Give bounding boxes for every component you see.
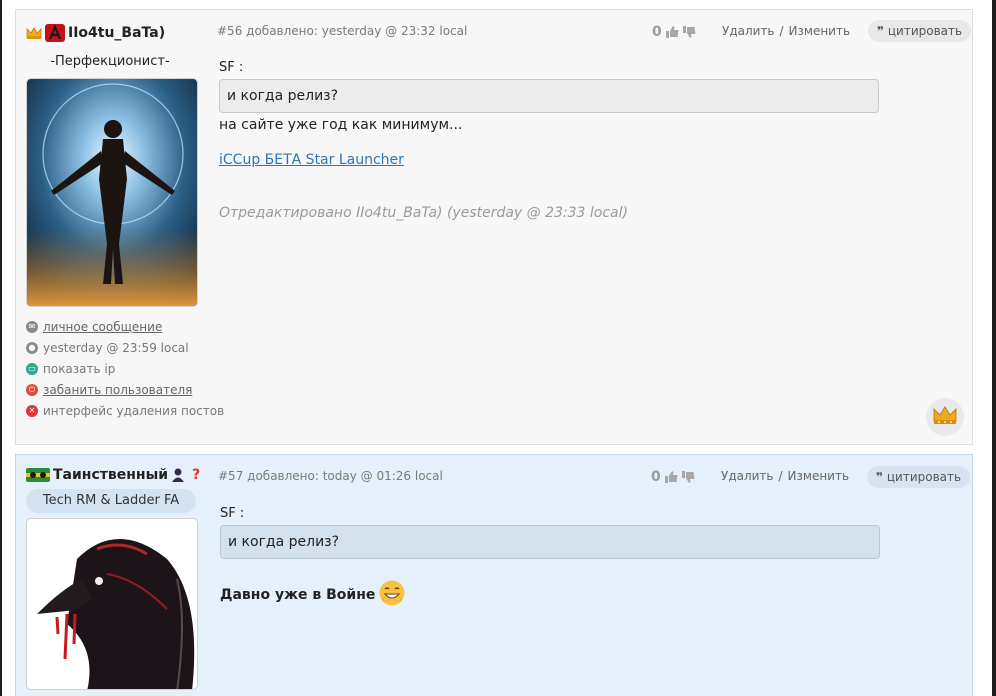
clock-icon: ● xyxy=(26,341,38,354)
rating-value: 0 xyxy=(651,469,661,485)
action-separator: / xyxy=(778,469,783,483)
user-status: -Перфекционист- xyxy=(50,54,170,69)
crown-icon xyxy=(26,27,42,39)
forum-post: Таинственный ? Tech RM & Ladder FA #57 д… xyxy=(15,454,973,696)
cite-label: цитировать xyxy=(887,24,963,38)
grinning-emoji-icon xyxy=(379,580,405,610)
person-icon xyxy=(171,468,185,482)
show-ip-row[interactable]: ▭ показать ip xyxy=(26,358,224,379)
user-avatar xyxy=(26,78,198,307)
question-icon: ? xyxy=(192,467,201,483)
ban-user-link[interactable]: забанить пользователя xyxy=(43,383,192,397)
thumbs-up-icon[interactable] xyxy=(664,471,678,483)
thumbs-up-icon[interactable] xyxy=(665,26,679,38)
post-meta: #57 добавлено: today @ 01:26 local xyxy=(218,469,443,483)
delete-posts-link[interactable]: интерфейс удаления постов xyxy=(43,404,224,418)
post-rating: 0 xyxy=(651,469,695,485)
quote-icon: ❞ xyxy=(876,470,884,484)
post-number[interactable]: #57 xyxy=(218,469,243,483)
action-separator: / xyxy=(779,24,784,38)
quote-author: SF : xyxy=(220,506,245,521)
post-body-text: на сайте уже год как минимум... xyxy=(219,117,463,133)
delete-button[interactable]: Удалить xyxy=(722,24,775,38)
post-author[interactable]: IIo4tu_BaTa) xyxy=(26,24,165,42)
post-rating: 0 xyxy=(652,24,696,40)
username-text: IIo4tu_BaTa) xyxy=(68,25,166,41)
forum-page: IIo4tu_BaTa) -Перфекционист- ✉ личное со… xyxy=(2,0,992,696)
post-body: Давно уже в Войне xyxy=(220,580,405,610)
cite-label: цитировать xyxy=(886,470,962,484)
rank-icon xyxy=(26,468,50,482)
show-ip-link[interactable]: показать ip xyxy=(43,362,115,376)
last-seen-row: ● yesterday @ 23:59 local xyxy=(26,337,224,358)
quote-icon: ❞ xyxy=(877,24,885,38)
post-link[interactable]: iCCup БЕТА Star Launcher xyxy=(219,152,404,168)
clan-logo-icon xyxy=(45,24,65,42)
monitor-icon: ▭ xyxy=(26,362,38,375)
delete-posts-row[interactable]: ✕ интерфейс удаления постов xyxy=(26,400,224,421)
private-message-row[interactable]: ✉ личное сообщение xyxy=(26,316,224,337)
edit-button[interactable]: Изменить xyxy=(788,469,850,483)
cite-button[interactable]: ❞ цитировать xyxy=(868,20,972,42)
cite-button[interactable]: ❞ цитировать xyxy=(867,466,971,488)
edit-button[interactable]: Изменить xyxy=(789,24,851,38)
crown-icon xyxy=(933,406,957,428)
post-body-text: Давно уже в Войне xyxy=(220,587,376,603)
thumbs-down-icon[interactable] xyxy=(682,26,696,38)
post-meta: #56 добавлено: yesterday @ 23:32 local xyxy=(217,24,467,38)
username-text: Таинственный xyxy=(53,467,169,483)
post-date: добавлено: yesterday @ 23:32 local xyxy=(246,24,468,38)
user-info-list: ✉ личное сообщение ● yesterday @ 23:59 l… xyxy=(26,316,224,421)
post-actions: Удалить / Изменить xyxy=(721,469,849,483)
ban-user-row[interactable]: ⏻ забанить пользователя xyxy=(26,379,224,400)
post-date: добавлено: today @ 01:26 local xyxy=(247,469,443,483)
power-icon: ⏻ xyxy=(26,383,38,396)
last-seen-text: yesterday @ 23:59 local xyxy=(43,340,189,355)
private-message-link[interactable]: личное сообщение xyxy=(43,320,162,334)
thumbs-down-icon[interactable] xyxy=(681,471,695,483)
quote-block: и когда релиз? xyxy=(219,79,879,113)
forum-post: IIo4tu_BaTa) -Перфекционист- ✉ личное со… xyxy=(15,9,973,445)
quote-block: и когда релиз? xyxy=(220,525,880,559)
post-actions: Удалить / Изменить xyxy=(722,24,850,38)
award-button[interactable] xyxy=(926,398,964,436)
post-number[interactable]: #56 xyxy=(217,24,242,38)
close-icon: ✕ xyxy=(26,404,38,417)
envelope-icon: ✉ xyxy=(26,320,38,333)
post-author[interactable]: Таинственный ? xyxy=(26,467,200,483)
quote-author: SF : xyxy=(219,60,244,75)
edited-note: Отредактировано IIo4tu_BaTa) (yesterday … xyxy=(219,205,628,221)
delete-button[interactable]: Удалить xyxy=(721,469,774,483)
rating-value: 0 xyxy=(652,24,662,40)
user-avatar xyxy=(26,518,198,690)
user-badge: Tech RM & Ladder FA xyxy=(26,489,196,513)
